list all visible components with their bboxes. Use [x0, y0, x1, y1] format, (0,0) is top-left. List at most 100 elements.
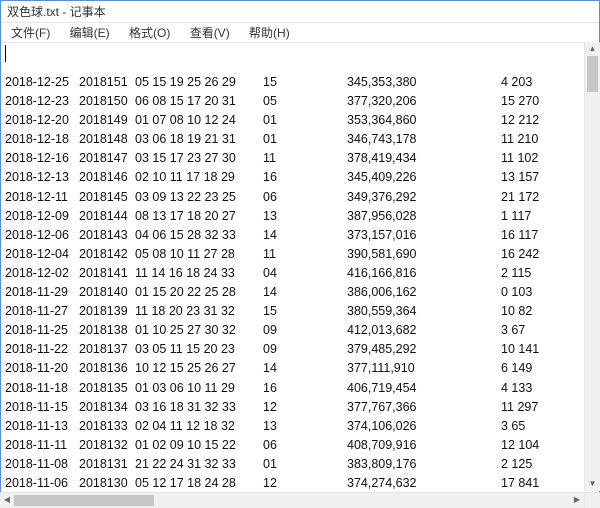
col-numbers: 11 14 16 18 24 33: [135, 264, 263, 283]
col-date: 2018-11-22: [5, 340, 79, 359]
col-value: 390,581,690: [347, 245, 431, 264]
vertical-scrollbar[interactable]: ▲ ▼: [584, 42, 600, 491]
col-bonus: 15: [263, 302, 287, 321]
scroll-right-arrow-icon[interactable]: ▶: [570, 493, 584, 508]
col-tail: 12 104: [501, 436, 551, 455]
col-date: 2018-12-04: [5, 245, 79, 264]
col-numbers: 02 04 11 12 18 32: [135, 417, 263, 436]
col-value: 345,409,226: [347, 168, 431, 187]
col-id: 2018135: [79, 379, 135, 398]
col-bonus: 12: [263, 474, 287, 493]
col-numbers: 10 12 15 25 26 27: [135, 359, 263, 378]
text-line: 2018-12-23201815006 08 15 17 20 3105377,…: [5, 92, 599, 111]
col-tail: 10 82: [501, 302, 551, 321]
col-value: 378,419,434: [347, 149, 431, 168]
col-bonus: 06: [263, 436, 287, 455]
col-id: 2018142: [79, 245, 135, 264]
col-tail: 11 297: [501, 398, 551, 417]
col-id: 2018130: [79, 474, 135, 493]
col-value: 406,719,454: [347, 379, 431, 398]
col-id: 2018146: [79, 168, 135, 187]
text-line: 2018-11-08201813121 22 24 31 32 3301383,…: [5, 455, 599, 474]
menu-edit[interactable]: 编辑(E): [62, 23, 118, 43]
col-bonus: 11: [263, 149, 287, 168]
scroll-up-arrow-icon[interactable]: ▲: [585, 42, 600, 56]
col-numbers: 21 22 24 31 32 33: [135, 455, 263, 474]
col-date: 2018-11-15: [5, 398, 79, 417]
text-line: 2018-12-16201814703 15 17 23 27 3011378,…: [5, 149, 599, 168]
horizontal-scrollbar-thumb[interactable]: [14, 495, 154, 506]
menu-help[interactable]: 帮助(H): [241, 23, 298, 43]
col-id: 2018133: [79, 417, 135, 436]
col-id: 2018138: [79, 321, 135, 340]
text-line: 2018-11-13201813302 04 11 12 18 3213374,…: [5, 417, 599, 436]
col-date: 2018-12-11: [5, 188, 79, 207]
col-numbers: 11 18 20 23 31 32: [135, 302, 263, 321]
text-area[interactable]: 2018-12-25201815105 15 19 25 26 2915345,…: [1, 43, 599, 507]
menubar: 文件(F) 编辑(E) 格式(O) 查看(V) 帮助(H): [1, 23, 599, 43]
col-date: 2018-12-02: [5, 264, 79, 283]
col-bonus: 13: [263, 207, 287, 226]
col-tail: 3 67: [501, 321, 551, 340]
col-date: 2018-12-25: [5, 73, 79, 92]
col-id: 2018145: [79, 188, 135, 207]
horizontal-scrollbar[interactable]: ◀ ▶: [0, 492, 584, 508]
col-tail: 6 149: [501, 359, 551, 378]
col-date: 2018-11-29: [5, 283, 79, 302]
menu-format[interactable]: 格式(O): [121, 23, 178, 43]
col-id: 2018140: [79, 283, 135, 302]
col-bonus: 13: [263, 417, 287, 436]
col-id: 2018149: [79, 111, 135, 130]
text-line: 2018-11-25201813801 10 25 27 30 3209412,…: [5, 321, 599, 340]
col-numbers: 05 12 17 18 24 28: [135, 474, 263, 493]
text-caret: [5, 45, 6, 62]
col-id: 2018131: [79, 455, 135, 474]
col-tail: 4 133: [501, 379, 551, 398]
col-date: 2018-11-08: [5, 455, 79, 474]
col-tail: 16 242: [501, 245, 551, 264]
col-value: 377,111,910: [347, 359, 431, 378]
col-tail: 10 141: [501, 340, 551, 359]
col-bonus: 01: [263, 455, 287, 474]
col-numbers: 01 07 08 10 12 24: [135, 111, 263, 130]
text-line: 2018-11-06201813005 12 17 18 24 2812374,…: [5, 474, 599, 493]
col-tail: 1 117: [501, 207, 551, 226]
scroll-down-arrow-icon[interactable]: ▼: [585, 477, 600, 491]
text-line: 2018-11-27201813911 18 20 23 31 3215380,…: [5, 302, 599, 321]
col-tail: 11 102: [501, 149, 551, 168]
col-tail: 0 103: [501, 283, 551, 302]
col-id: 2018137: [79, 340, 135, 359]
col-tail: 12 212: [501, 111, 551, 130]
col-date: 2018-12-16: [5, 149, 79, 168]
col-value: 374,106,026: [347, 417, 431, 436]
col-id: 2018141: [79, 264, 135, 283]
col-tail: 13 157: [501, 168, 551, 187]
col-tail: 4 203: [501, 73, 551, 92]
text-line: 2018-12-06201814304 06 15 28 32 3314373,…: [5, 226, 599, 245]
col-bonus: 09: [263, 321, 287, 340]
col-bonus: 06: [263, 188, 287, 207]
col-value: 345,353,380: [347, 73, 431, 92]
col-date: 2018-12-13: [5, 168, 79, 187]
col-date: 2018-12-23: [5, 92, 79, 111]
col-value: 387,956,028: [347, 207, 431, 226]
col-tail: 21 172: [501, 188, 551, 207]
col-date: 2018-11-20: [5, 359, 79, 378]
scroll-left-arrow-icon[interactable]: ◀: [0, 493, 14, 508]
vertical-scrollbar-thumb[interactable]: [587, 56, 598, 92]
menu-file[interactable]: 文件(F): [3, 23, 58, 43]
col-bonus: 05: [263, 92, 287, 111]
text-line: 2018-11-20201813610 12 15 25 26 2714377,…: [5, 359, 599, 378]
menu-view[interactable]: 查看(V): [182, 23, 238, 43]
col-tail: 2 115: [501, 264, 551, 283]
col-id: 2018132: [79, 436, 135, 455]
col-numbers: 03 16 18 31 32 33: [135, 398, 263, 417]
text-line: 2018-12-25201815105 15 19 25 26 2915345,…: [5, 73, 599, 92]
col-id: 2018139: [79, 302, 135, 321]
text-line: 2018-11-15201813403 16 18 31 32 3312377,…: [5, 398, 599, 417]
col-value: 408,709,916: [347, 436, 431, 455]
col-bonus: 11: [263, 245, 287, 264]
col-tail: 16 117: [501, 226, 551, 245]
text-line: 2018-12-02201814111 14 16 18 24 3304416,…: [5, 264, 599, 283]
col-value: 374,274,632: [347, 474, 431, 493]
